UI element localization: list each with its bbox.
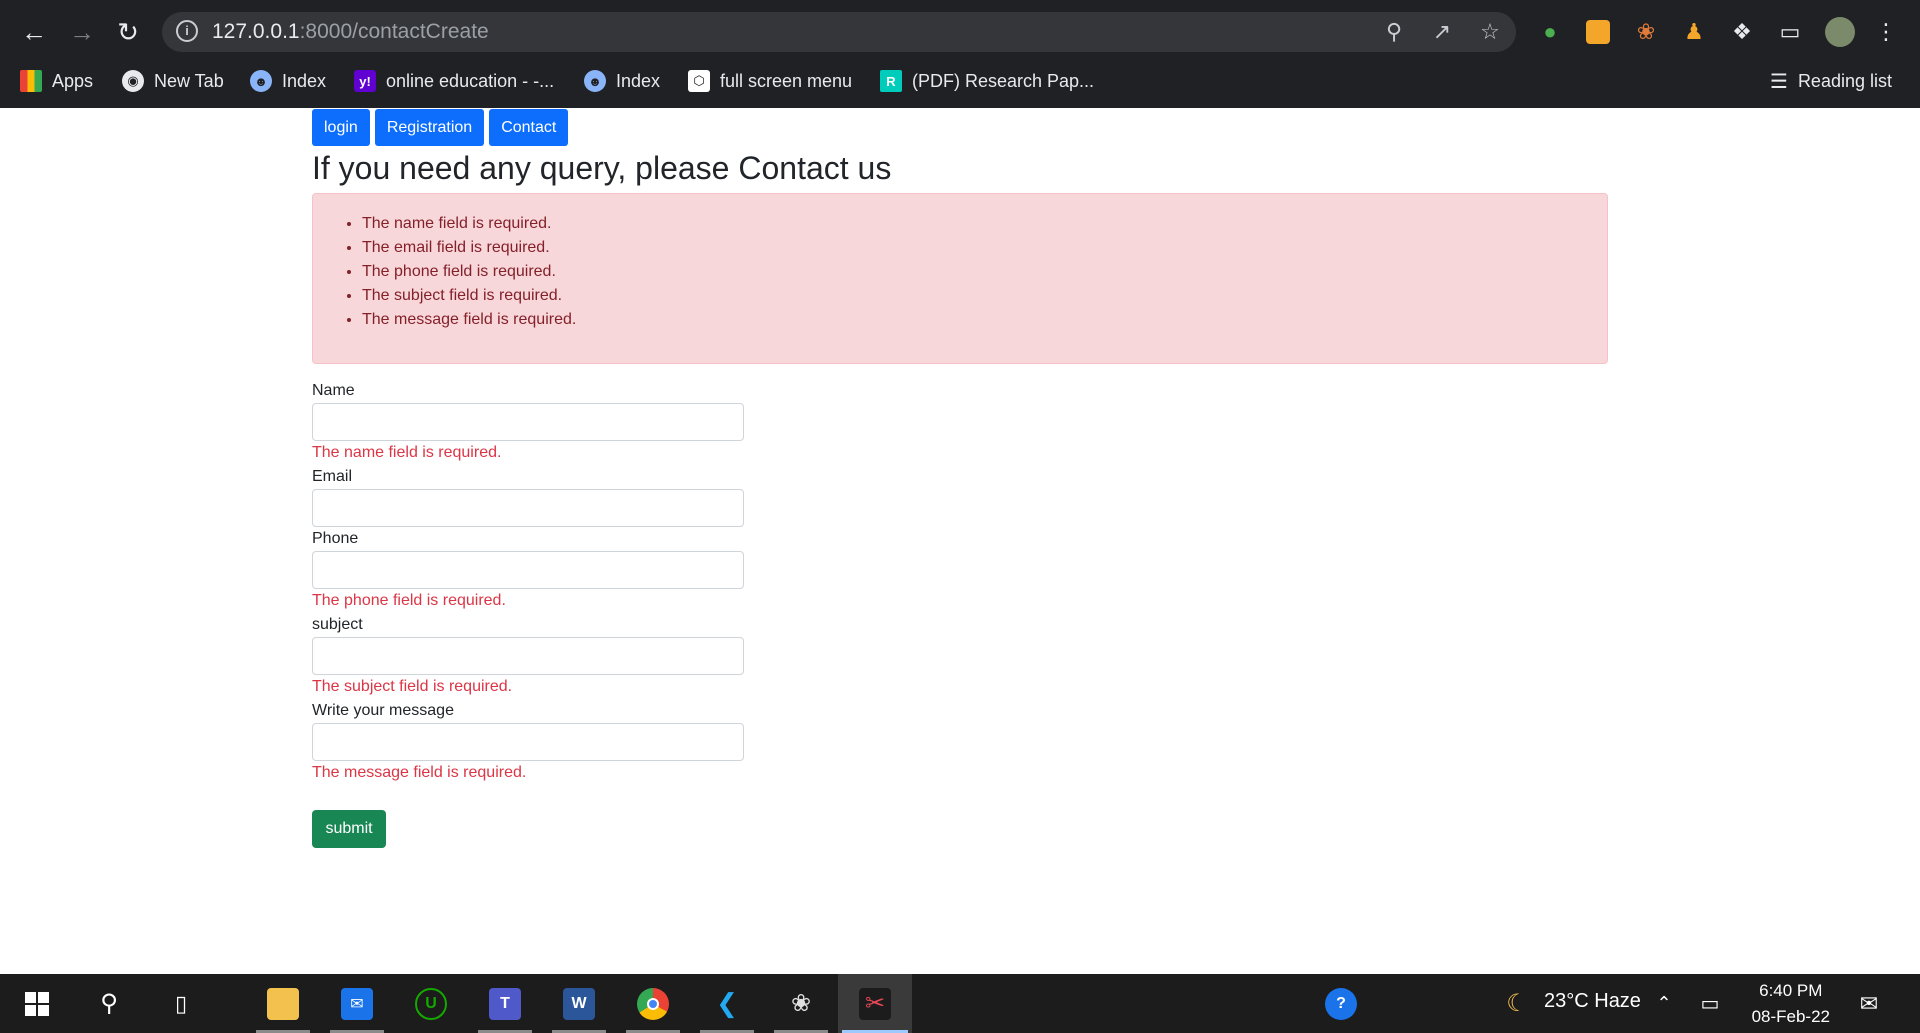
network-icon[interactable]: ▭ <box>1690 974 1730 1033</box>
help-icon[interactable]: ? <box>1304 974 1378 1033</box>
name-input[interactable] <box>312 403 744 441</box>
yahoo-icon: y! <box>354 70 376 92</box>
taskbar: ⚲ ▯ ✉ U T W ❮ ❀ ✂ ? ☾ 23°C Haze ⌃ ▭ 6:40… <box>0 974 1920 1033</box>
bookmark-label: full screen menu <box>720 70 853 91</box>
phone-label: Phone <box>312 530 359 547</box>
nav-login-button[interactable]: login <box>312 109 370 146</box>
message-label: Write your message <box>312 702 454 719</box>
weather-text[interactable]: 23°C Haze <box>1544 990 1641 1013</box>
top-nav: login Registration Contact <box>312 109 569 146</box>
bookmark-label: (PDF) Research Pap... <box>912 70 1095 91</box>
index-favicon-icon: ☻ <box>250 70 272 92</box>
email-input[interactable] <box>312 489 744 527</box>
error-list: The name field is required. The email fi… <box>362 212 576 332</box>
bookmark-star-icon[interactable]: ☆ <box>1476 18 1504 46</box>
file-explorer-icon[interactable] <box>246 974 320 1033</box>
page-content: login Registration Contact If you need a… <box>0 108 1920 974</box>
cast-icon[interactable]: ▭ <box>1774 16 1806 48</box>
error-alert: The name field is required. The email fi… <box>312 193 1608 364</box>
extension-user-check-icon[interactable]: ♟ <box>1678 16 1710 48</box>
upwork-icon[interactable]: U <box>394 974 468 1033</box>
page-title: If you need any query, please Contact us <box>312 150 892 186</box>
name-label: Name <box>312 382 355 399</box>
codepen-icon: ⬡ <box>688 70 710 92</box>
profile-avatar[interactable] <box>1824 16 1856 48</box>
forward-icon[interactable]: → <box>62 10 102 54</box>
bookmark-label: online education - -... <box>386 70 555 91</box>
browser-toolbar: ← → ↻ i 127.0.0.1:8000/contactCreate ⚲ ↗… <box>0 10 1920 54</box>
bookmark-label: Index <box>616 70 661 91</box>
clock-time: 6:40 PM <box>1759 981 1823 1000</box>
researchgate-icon: R <box>880 70 902 92</box>
phone-input[interactable] <box>312 551 744 589</box>
reload-icon[interactable]: ↻ <box>108 10 148 54</box>
name-error: The name field is required. <box>312 444 502 461</box>
message-error: The message field is required. <box>312 764 527 781</box>
snipping-tool-icon[interactable]: ✂ <box>838 974 912 1033</box>
message-input[interactable] <box>312 723 744 761</box>
task-view-icon[interactable]: ▯ <box>144 974 218 1033</box>
globe-icon: ◉ <box>122 70 144 92</box>
bookmark-label: Index <box>282 70 327 91</box>
url-text[interactable]: 127.0.0.1:8000/contactCreate <box>212 20 489 44</box>
nav-contact-button[interactable]: Contact <box>489 109 569 146</box>
share-icon[interactable]: ↗ <box>1428 18 1456 46</box>
subject-label: subject <box>312 616 363 633</box>
bookmark-research-paper[interactable]: R (PDF) Research Pap... <box>880 66 1094 96</box>
phone-error: The phone field is required. <box>312 592 506 609</box>
extension-colorful-icon[interactable]: ● <box>1534 16 1566 48</box>
notifications-icon[interactable]: ✉ <box>1832 974 1906 1033</box>
bookmark-full-screen-menu[interactable]: ⬡ full screen menu <box>688 66 852 96</box>
reading-list-label: Reading list <box>1797 70 1892 91</box>
extensions-puzzle-icon[interactable]: ❖ <box>1726 16 1758 48</box>
vscode-icon[interactable]: ❮ <box>690 974 764 1033</box>
index-favicon-icon: ☻ <box>584 70 606 92</box>
bookmark-index-2[interactable]: ☻ Index <box>584 66 660 96</box>
subject-error: The subject field is required. <box>312 678 513 695</box>
extension-orange-icon[interactable] <box>1582 16 1614 48</box>
extension-cookie-icon[interactable]: ❀ <box>1630 16 1662 48</box>
menu-kebab-icon[interactable]: ⋮ <box>1870 16 1902 48</box>
bookmark-label: New Tab <box>154 70 224 91</box>
teams-icon[interactable]: T <box>468 974 542 1033</box>
reading-list-icon: ☰ <box>1770 70 1788 93</box>
zoom-icon[interactable]: ⚲ <box>1380 18 1408 46</box>
clock-date: 08-Feb-22 <box>1751 1007 1830 1026</box>
paint-icon[interactable]: ❀ <box>764 974 838 1033</box>
submit-button[interactable]: submit <box>312 810 386 848</box>
error-list-item: The message field is required. <box>362 308 576 332</box>
bookmark-apps[interactable]: Apps <box>20 66 93 96</box>
email-label: Email <box>312 468 353 485</box>
error-list-item: The email field is required. <box>362 236 576 260</box>
windows-start-icon[interactable] <box>0 974 74 1033</box>
word-icon[interactable]: W <box>542 974 616 1033</box>
chrome-icon[interactable] <box>616 974 690 1033</box>
mail-icon[interactable]: ✉ <box>320 974 394 1033</box>
search-icon[interactable]: ⚲ <box>72 974 146 1033</box>
apps-grid-icon <box>20 70 42 92</box>
site-info-icon[interactable]: i <box>176 20 198 42</box>
bookmark-new-tab[interactable]: ◉ New Tab <box>122 66 224 96</box>
reading-list-button[interactable]: ☰ Reading list <box>1770 66 1892 96</box>
browser-chrome: ← → ↻ i 127.0.0.1:8000/contactCreate ⚲ ↗… <box>0 0 1920 108</box>
address-bar[interactable]: i 127.0.0.1:8000/contactCreate ⚲ ↗ ☆ <box>162 12 1516 52</box>
error-list-item: The name field is required. <box>362 212 576 236</box>
bookmarks-bar: Apps ◉ New Tab ☻ Index y! online educati… <box>0 62 1920 102</box>
weather-moon-icon[interactable]: ☾ <box>1480 974 1554 1033</box>
error-list-item: The subject field is required. <box>362 284 576 308</box>
clock[interactable]: 6:40 PM 08-Feb-22 <box>1752 978 1830 1030</box>
bookmark-index[interactable]: ☻ Index <box>250 66 326 96</box>
chevron-up-icon[interactable]: ⌃ <box>1644 974 1684 1033</box>
subject-input[interactable] <box>312 637 744 675</box>
back-icon[interactable]: ← <box>14 10 54 54</box>
nav-registration-button[interactable]: Registration <box>374 109 485 146</box>
bookmark-label: Apps <box>52 70 94 91</box>
error-list-item: The phone field is required. <box>362 260 576 284</box>
bookmark-online-education[interactable]: y! online education - -... <box>354 66 554 96</box>
